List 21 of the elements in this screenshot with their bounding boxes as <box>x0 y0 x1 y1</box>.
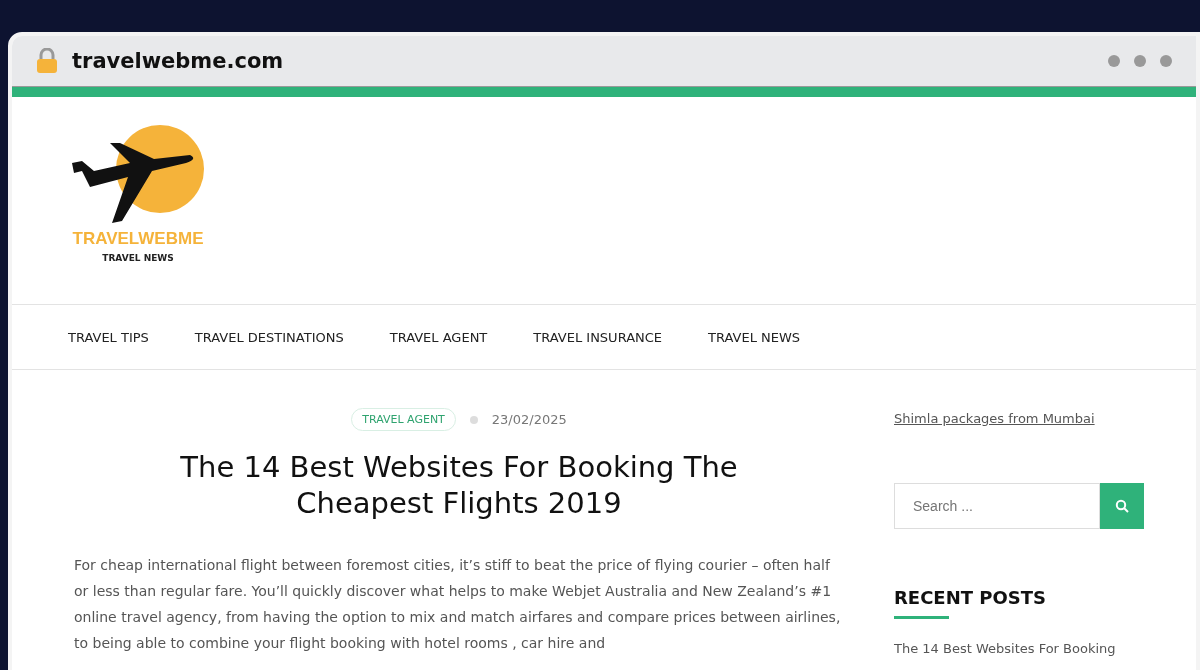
nav-link[interactable]: TRAVEL TIPS <box>68 329 149 345</box>
logo-tagline: TRAVEL NEWS <box>101 253 175 263</box>
window-dot <box>1108 55 1120 67</box>
url-text[interactable]: travelwebme.com <box>72 49 1094 73</box>
nav-link[interactable]: TRAVEL INSURANCE <box>533 329 663 345</box>
post-date: 23/02/2025 <box>491 412 567 427</box>
recent-posts-heading: RECENT POSTS <box>894 587 1047 608</box>
logo-name: TRAVELWEBME <box>71 229 205 249</box>
nav-link[interactable]: TRAVEL DESTINATIONS <box>194 329 344 345</box>
lock-icon <box>36 48 58 74</box>
search-icon <box>1115 499 1129 513</box>
nav-link[interactable]: TRAVEL AGENT <box>389 329 488 345</box>
search-field[interactable]: Search ... <box>894 483 1100 529</box>
separator-dot <box>469 415 478 424</box>
sidebar-link[interactable]: Shimla packages from Mumbai <box>894 411 1095 426</box>
nav-link[interactable]: TRAVEL NEWS <box>708 329 801 345</box>
window-dot <box>1134 55 1146 67</box>
window-dot <box>1160 55 1172 67</box>
article-title: The 14 Best Websites For Booking The Cheapest Flights 2019 <box>179 449 739 522</box>
recent-post-link[interactable]: The 14 Best Websites For Booking <box>894 641 1164 656</box>
article-body: For cheap international flight between foremost cities, it’s stiff to beat the price of flying courier – often half or less than regular fare. You’ll quickly discover what helps to make Webjet Australia and New Zealand’s #1 online travel agency, from having the option to mix and match airfares and compare prices between airlines, to being able to combine your flight booking with hotel rooms , car hire and <box>74 555 842 653</box>
